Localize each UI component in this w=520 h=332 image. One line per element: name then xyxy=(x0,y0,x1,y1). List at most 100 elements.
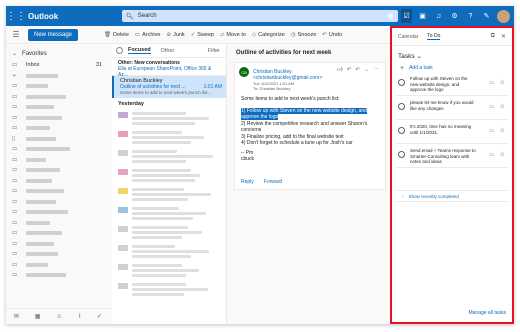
reply-icon[interactable]: ↶ xyxy=(347,67,352,73)
list-item[interactable] xyxy=(112,128,226,147)
search-box[interactable]: 🔍︎ Search xyxy=(122,10,398,22)
help-icon[interactable]: ? xyxy=(465,9,476,23)
todo-icon[interactable]: ☑ xyxy=(401,9,412,23)
user-avatar[interactable] xyxy=(497,9,510,23)
tab-calendar[interactable]: Calendar xyxy=(398,34,418,40)
star-icon[interactable]: ☆ xyxy=(500,127,505,134)
close-icon[interactable]: ✕ xyxy=(501,33,506,40)
task-item[interactable]: Follow up with Steven on the new website… xyxy=(396,74,508,96)
undo-button[interactable]: ↶ Undo xyxy=(322,32,342,38)
tab-focused[interactable]: Focused xyxy=(128,47,151,54)
list-item[interactable] xyxy=(112,242,226,261)
email-link-icon[interactable]: ▭ xyxy=(489,152,494,158)
folder-item[interactable]: ▭ xyxy=(6,239,110,250)
sweep-button[interactable]: ✓ Sweep xyxy=(191,32,214,38)
app-launcher-icon[interactable]: ⋮⋮ xyxy=(6,6,26,26)
move-to-button[interactable]: ▱ Move to xyxy=(220,32,246,38)
task-checkbox[interactable] xyxy=(398,127,405,134)
folder-item[interactable]: ▭ xyxy=(6,207,110,218)
task-item[interactable]: please let me know if you would like any… xyxy=(396,98,508,120)
sender-name[interactable]: Christian Buckley <christianbuckley@gmai… xyxy=(253,69,325,81)
folder-item[interactable]: ▭ xyxy=(6,155,110,166)
folder-item[interactable]: ▭ xyxy=(6,218,110,229)
task-checkbox[interactable] xyxy=(398,151,405,158)
star-icon[interactable]: ☆ xyxy=(500,103,505,110)
tab-other[interactable]: Other xyxy=(161,48,175,54)
folder-item[interactable]: ▭ xyxy=(6,186,110,197)
folder-item[interactable]: ▭ xyxy=(6,228,110,239)
list-item[interactable] xyxy=(112,166,226,185)
task-checkbox[interactable] xyxy=(398,79,405,86)
sweep-icon: ✓ xyxy=(190,31,196,38)
show-completed-button[interactable]: › Show recently completed xyxy=(396,190,508,202)
folder-item[interactable]: ▭ xyxy=(6,249,110,260)
email-link-icon[interactable]: ▭ xyxy=(489,80,494,86)
folder-icon: ▭ xyxy=(12,156,18,163)
module-switcher: ✉ ▦ ☺ ⌇ ✓ xyxy=(6,308,110,324)
email-link-icon[interactable]: ▭ xyxy=(489,128,494,134)
other-conversations-item[interactable]: Other: New conversations Ella at Europea… xyxy=(112,58,226,78)
calendar-icon[interactable]: ▦ xyxy=(35,313,41,320)
task-item[interactable]: Send email + Teams response to Smarter-C… xyxy=(396,146,508,168)
junk-button[interactable]: ⊘ Junk xyxy=(166,32,184,38)
selected-message[interactable]: Christian Buckley Outline of activities … xyxy=(112,76,226,98)
filter-button[interactable]: Filter xyxy=(208,48,220,54)
folder-item[interactable]: ➢ xyxy=(6,71,110,82)
folder-item[interactable]: ▭ xyxy=(6,260,110,271)
folder-inbox[interactable]: ▭ Inbox 31 xyxy=(6,60,110,71)
pop-out-icon[interactable]: ⧉ xyxy=(491,33,495,40)
categorize-button[interactable]: ◇ Categorize xyxy=(252,32,285,38)
folder-item[interactable]: ▭ xyxy=(6,123,110,134)
folder-item[interactable]: ▭ xyxy=(6,81,110,92)
folder-item[interactable]: ▯ xyxy=(6,134,110,145)
folder-item[interactable]: ▭ xyxy=(6,92,110,103)
tab-todo[interactable]: To Do xyxy=(427,33,441,40)
folder-item[interactable]: ▭ xyxy=(6,270,110,281)
list-item[interactable] xyxy=(112,204,226,223)
select-all-checkbox[interactable] xyxy=(116,47,123,54)
search-placeholder: Search xyxy=(137,13,157,19)
reply-button[interactable]: Reply xyxy=(241,179,254,185)
list-item[interactable] xyxy=(112,280,226,299)
folder-item[interactable]: ▭ xyxy=(6,176,110,187)
body-item-1: 1) Follow up with Steven on the new webs… xyxy=(241,107,367,120)
list-item[interactable] xyxy=(112,223,226,242)
folder-item[interactable]: ▭ xyxy=(6,102,110,113)
people-icon[interactable]: ☺ xyxy=(56,314,62,320)
add-task-button[interactable]: + Add a task xyxy=(392,62,512,74)
favorites-header[interactable]: ⌄ Favorites xyxy=(6,44,110,60)
teams-icon[interactable]: ▣ xyxy=(417,9,428,23)
mail-icon[interactable]: ✉ xyxy=(14,313,19,320)
task-item[interactable]: It's 2020, time has no meaning until 1/1… xyxy=(396,122,508,144)
folder-item[interactable]: ▭ xyxy=(6,113,110,124)
task-checkbox[interactable] xyxy=(398,103,405,110)
folder-item[interactable]: ▭ xyxy=(6,144,110,155)
todo-module-icon[interactable]: ✓ xyxy=(97,313,102,320)
star-icon[interactable]: ☆ xyxy=(500,79,505,86)
list-item[interactable] xyxy=(112,261,226,280)
folder-item[interactable]: ▭ xyxy=(6,197,110,208)
skype-icon[interactable]: ◉ xyxy=(385,9,396,23)
archive-button[interactable]: ▭ Archive xyxy=(135,32,161,38)
forward-button[interactable]: Forward xyxy=(264,179,282,185)
bell-icon[interactable]: ♫ xyxy=(433,9,444,23)
list-item[interactable] xyxy=(112,109,226,128)
manage-all-tasks-link[interactable]: Manage all tasks xyxy=(468,310,506,316)
forward-icon[interactable]: → xyxy=(364,67,370,73)
delete-button[interactable]: 🗑︎ Delete xyxy=(104,32,129,38)
settings-icon[interactable]: ⚙ xyxy=(449,9,460,23)
attachment-icon[interactable]: ⌇ xyxy=(78,313,81,320)
star-icon[interactable]: ☆ xyxy=(500,151,505,158)
email-link-icon[interactable]: ▭ xyxy=(489,104,494,110)
menu-icon[interactable]: ☰ xyxy=(6,30,26,39)
like-icon[interactable]: 👍︎ xyxy=(337,67,343,73)
list-item[interactable] xyxy=(112,147,226,166)
feedback-icon[interactable]: ✎ xyxy=(481,9,492,23)
reply-all-icon[interactable]: ↶ xyxy=(355,67,360,73)
list-item[interactable] xyxy=(112,185,226,204)
folder-item[interactable]: ▭ xyxy=(6,165,110,176)
new-message-button[interactable]: New message xyxy=(28,28,79,41)
more-icon[interactable]: ⋯ xyxy=(374,67,380,73)
snooze-button[interactable]: ◷ Snooze xyxy=(291,32,316,38)
tasks-header[interactable]: Tasks ⌄ xyxy=(392,46,512,62)
